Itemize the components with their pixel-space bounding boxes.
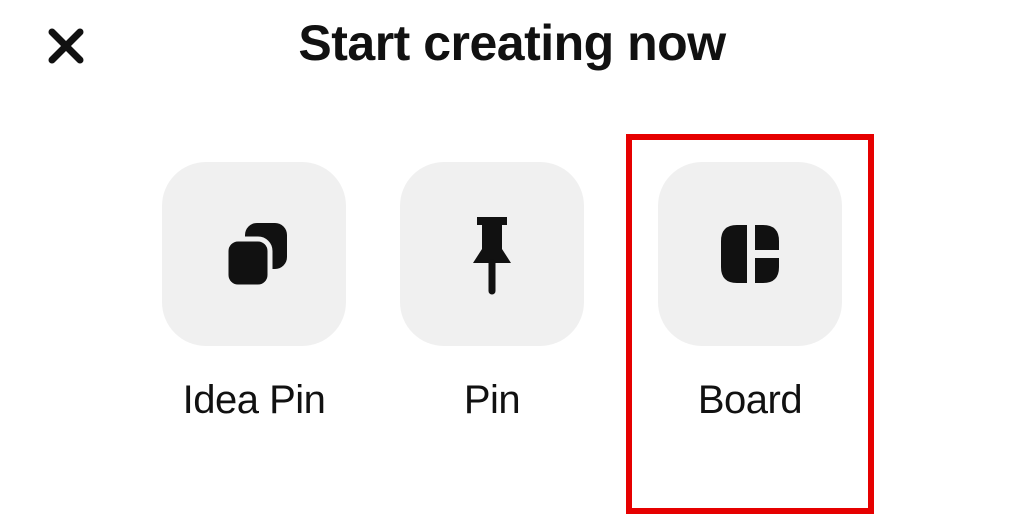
modal-header: Start creating now bbox=[0, 0, 1024, 80]
board-icon bbox=[711, 215, 789, 293]
option-idea-pin-box bbox=[162, 162, 346, 346]
modal-title: Start creating now bbox=[298, 14, 725, 72]
option-board-box bbox=[658, 162, 842, 346]
option-idea-pin[interactable]: Idea Pin bbox=[150, 162, 358, 423]
close-icon bbox=[46, 26, 86, 66]
close-button[interactable] bbox=[42, 22, 90, 70]
option-pin-box bbox=[400, 162, 584, 346]
idea-pin-icon bbox=[211, 211, 297, 297]
option-idea-pin-label: Idea Pin bbox=[183, 378, 326, 423]
pin-icon bbox=[457, 209, 527, 299]
option-pin[interactable]: Pin bbox=[388, 162, 596, 423]
create-options-row: Idea Pin Pin Board bbox=[0, 162, 1024, 514]
option-pin-label: Pin bbox=[464, 378, 520, 423]
option-board-label: Board bbox=[698, 378, 802, 423]
option-board[interactable]: Board bbox=[626, 134, 874, 514]
